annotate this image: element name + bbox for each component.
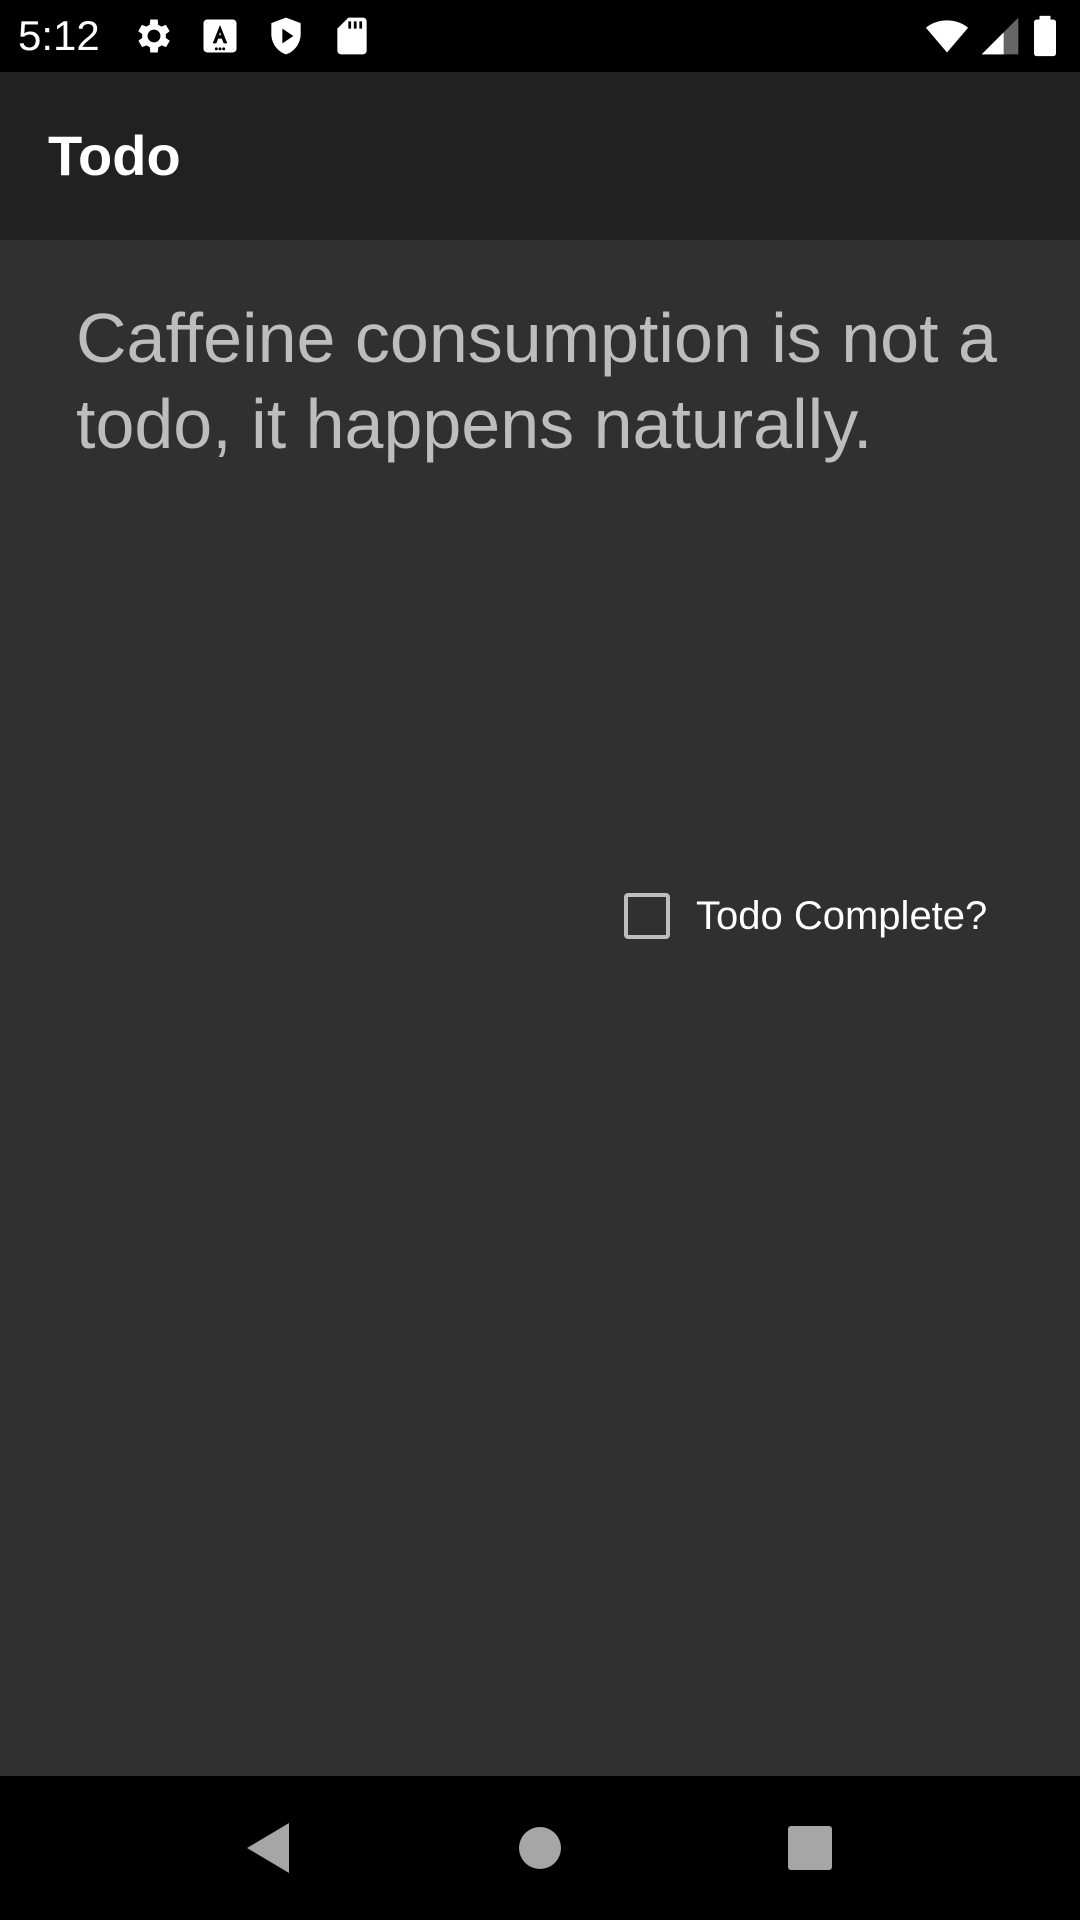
todo-description: Caffeine consumption is not a todo, it h… xyxy=(76,299,997,463)
todo-detail-screen: 5:12 Todo Caffeine consumption is not a … xyxy=(0,0,1080,1920)
home-icon xyxy=(519,1827,561,1869)
app-bar: Todo xyxy=(0,72,1080,240)
status-time: 5:12 xyxy=(18,12,100,59)
status-bar: 5:12 xyxy=(0,0,1080,72)
back-button[interactable] xyxy=(218,1798,318,1898)
gear-icon xyxy=(132,14,176,58)
recents-icon xyxy=(788,1826,832,1870)
app-title: Todo xyxy=(48,124,181,187)
play-shield-icon xyxy=(264,14,308,58)
todo-complete-checkbox[interactable]: Todo Complete? xyxy=(624,886,987,946)
sd-card-icon xyxy=(330,14,374,58)
checkbox-box[interactable] xyxy=(624,893,670,939)
home-button[interactable] xyxy=(490,1798,590,1898)
navigation-bar xyxy=(0,1776,1080,1920)
cell-signal-icon xyxy=(978,14,1022,58)
font-a-icon xyxy=(198,14,242,58)
recents-button[interactable] xyxy=(760,1798,860,1898)
back-icon xyxy=(247,1823,289,1873)
wifi-icon xyxy=(922,14,972,58)
battery-icon xyxy=(1032,14,1064,58)
todo-complete-label[interactable]: Todo Complete? xyxy=(696,894,987,939)
